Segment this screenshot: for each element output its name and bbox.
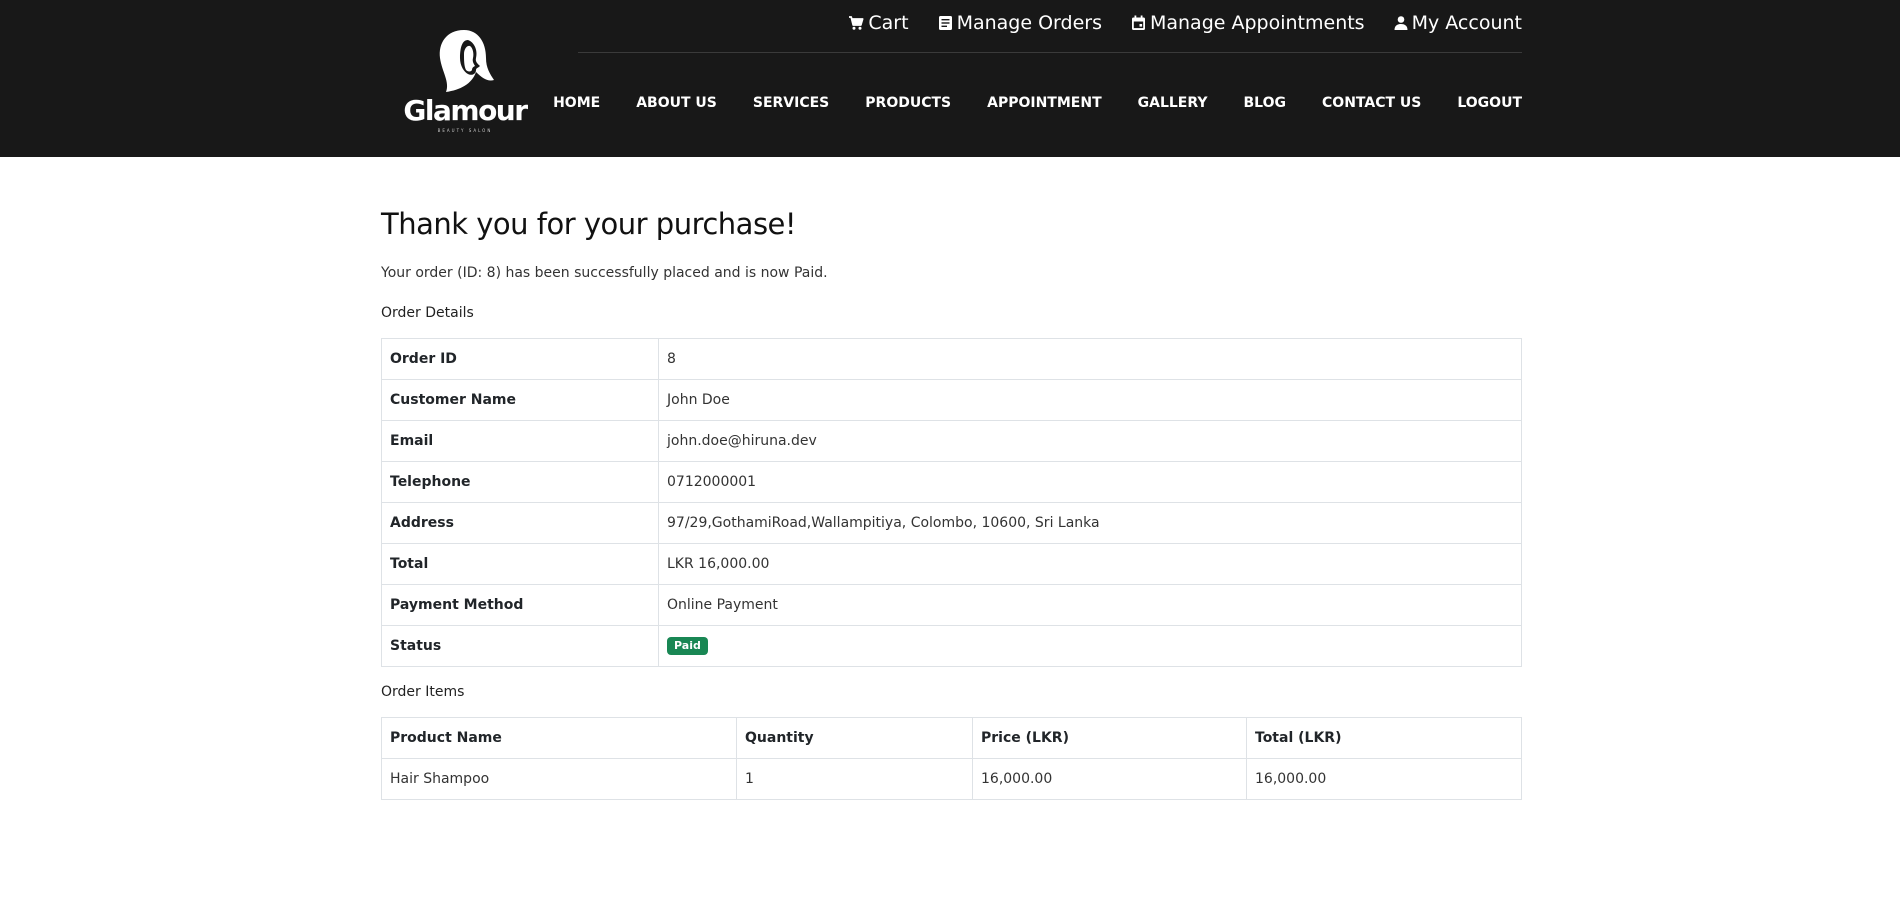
nav-gallery[interactable]: GALLERY (1138, 95, 1208, 111)
column-header: Price (LKR) (972, 717, 1247, 759)
cart-link[interactable]: Cart (848, 12, 909, 34)
detail-key: Address (381, 502, 659, 544)
woman-silhouette-icon (439, 30, 494, 92)
nav-blog[interactable]: BLOG (1244, 95, 1287, 111)
table-row: Address 97/29,GothamiRoad,Wallampitiya, … (381, 502, 1522, 544)
detail-value: Paid (658, 625, 1522, 667)
detail-key: Total (381, 543, 659, 585)
manage-orders-link[interactable]: Manage Orders (938, 12, 1102, 34)
my-account-label: My Account (1411, 12, 1522, 34)
cart-icon (849, 16, 864, 30)
nav-home[interactable]: HOME (553, 95, 600, 111)
nav-logout[interactable]: LOGOUT (1457, 95, 1522, 111)
header-divider (578, 52, 1522, 53)
table-row: Total LKR 16,000.00 (381, 543, 1522, 585)
column-header: Total (LKR) (1246, 717, 1522, 759)
price-cell: 16,000.00 (972, 758, 1247, 800)
product-name-cell: Hair Shampoo (381, 758, 737, 800)
detail-key: Customer Name (381, 379, 659, 421)
detail-key: Status (381, 625, 659, 667)
brand-logo[interactable]: Glamour BEAUTY SALON (402, 26, 530, 162)
detail-key: Email (381, 420, 659, 462)
order-confirmation: Thank you for your purchase! Your order … (381, 205, 1522, 800)
nav-contact-us[interactable]: CONTACT US (1322, 95, 1421, 111)
orders-icon (938, 16, 952, 30)
status-badge: Paid (667, 637, 708, 655)
detail-key: Telephone (381, 461, 659, 503)
manage-appointments-link[interactable]: Manage Appointments (1131, 12, 1365, 34)
page-title: Thank you for your purchase! (381, 207, 797, 241)
detail-value: 0712000001 (658, 461, 1522, 503)
table-header-row: Product Name Quantity Price (LKR) Total … (381, 717, 1522, 759)
nav-services[interactable]: SERVICES (753, 95, 829, 111)
column-header: Product Name (381, 717, 737, 759)
table-row: Telephone 0712000001 (381, 461, 1522, 503)
manage-orders-label: Manage Orders (956, 12, 1102, 34)
nav-appointment[interactable]: APPOINTMENT (987, 95, 1102, 111)
table-row: Status Paid (381, 625, 1522, 667)
nav-products[interactable]: PRODUCTS (865, 95, 951, 111)
detail-key: Order ID (381, 338, 659, 380)
brand-name: Glamour (403, 94, 528, 127)
detail-value: LKR 16,000.00 (658, 543, 1522, 585)
detail-key: Payment Method (381, 584, 659, 626)
total-cell: 16,000.00 (1246, 758, 1522, 800)
confirmation-message: Your order (ID: 8) has been successfully… (381, 265, 828, 281)
cart-link-label: Cart (868, 12, 909, 34)
detail-value: 97/29,GothamiRoad,Wallampitiya, Colombo,… (658, 502, 1522, 544)
user-icon (1394, 16, 1408, 30)
site-header: Glamour BEAUTY SALON Cart Manage Orders (0, 0, 1900, 157)
table-row: Hair Shampoo 1 16,000.00 16,000.00 (381, 758, 1522, 800)
table-row: Payment Method Online Payment (381, 584, 1522, 626)
account-links: Cart Manage Orders Manage Appointments M… (848, 12, 1522, 34)
main-navigation: HOME ABOUT US SERVICES PRODUCTS APPOINTM… (553, 95, 1522, 111)
table-row: Email john.doe@hiruna.dev (381, 420, 1522, 462)
my-account-link[interactable]: My Account (1394, 12, 1522, 34)
table-row: Order ID 8 (381, 338, 1522, 380)
quantity-cell: 1 (736, 758, 973, 800)
detail-value: Online Payment (658, 584, 1522, 626)
order-details-heading: Order Details (381, 305, 474, 321)
nav-about-us[interactable]: ABOUT US (636, 95, 717, 111)
detail-value: john.doe@hiruna.dev (658, 420, 1522, 462)
order-items-heading: Order Items (381, 684, 465, 700)
detail-value: John Doe (658, 379, 1522, 421)
manage-appointments-label: Manage Appointments (1149, 12, 1365, 34)
brand-tagline: BEAUTY SALON (437, 128, 493, 133)
column-header: Quantity (736, 717, 973, 759)
detail-value: 8 (658, 338, 1522, 380)
order-details-table: Order ID 8 Customer Name John Doe Email … (381, 338, 1522, 667)
calendar-icon (1131, 15, 1145, 30)
table-row: Customer Name John Doe (381, 379, 1522, 421)
order-items-table: Product Name Quantity Price (LKR) Total … (381, 717, 1522, 800)
